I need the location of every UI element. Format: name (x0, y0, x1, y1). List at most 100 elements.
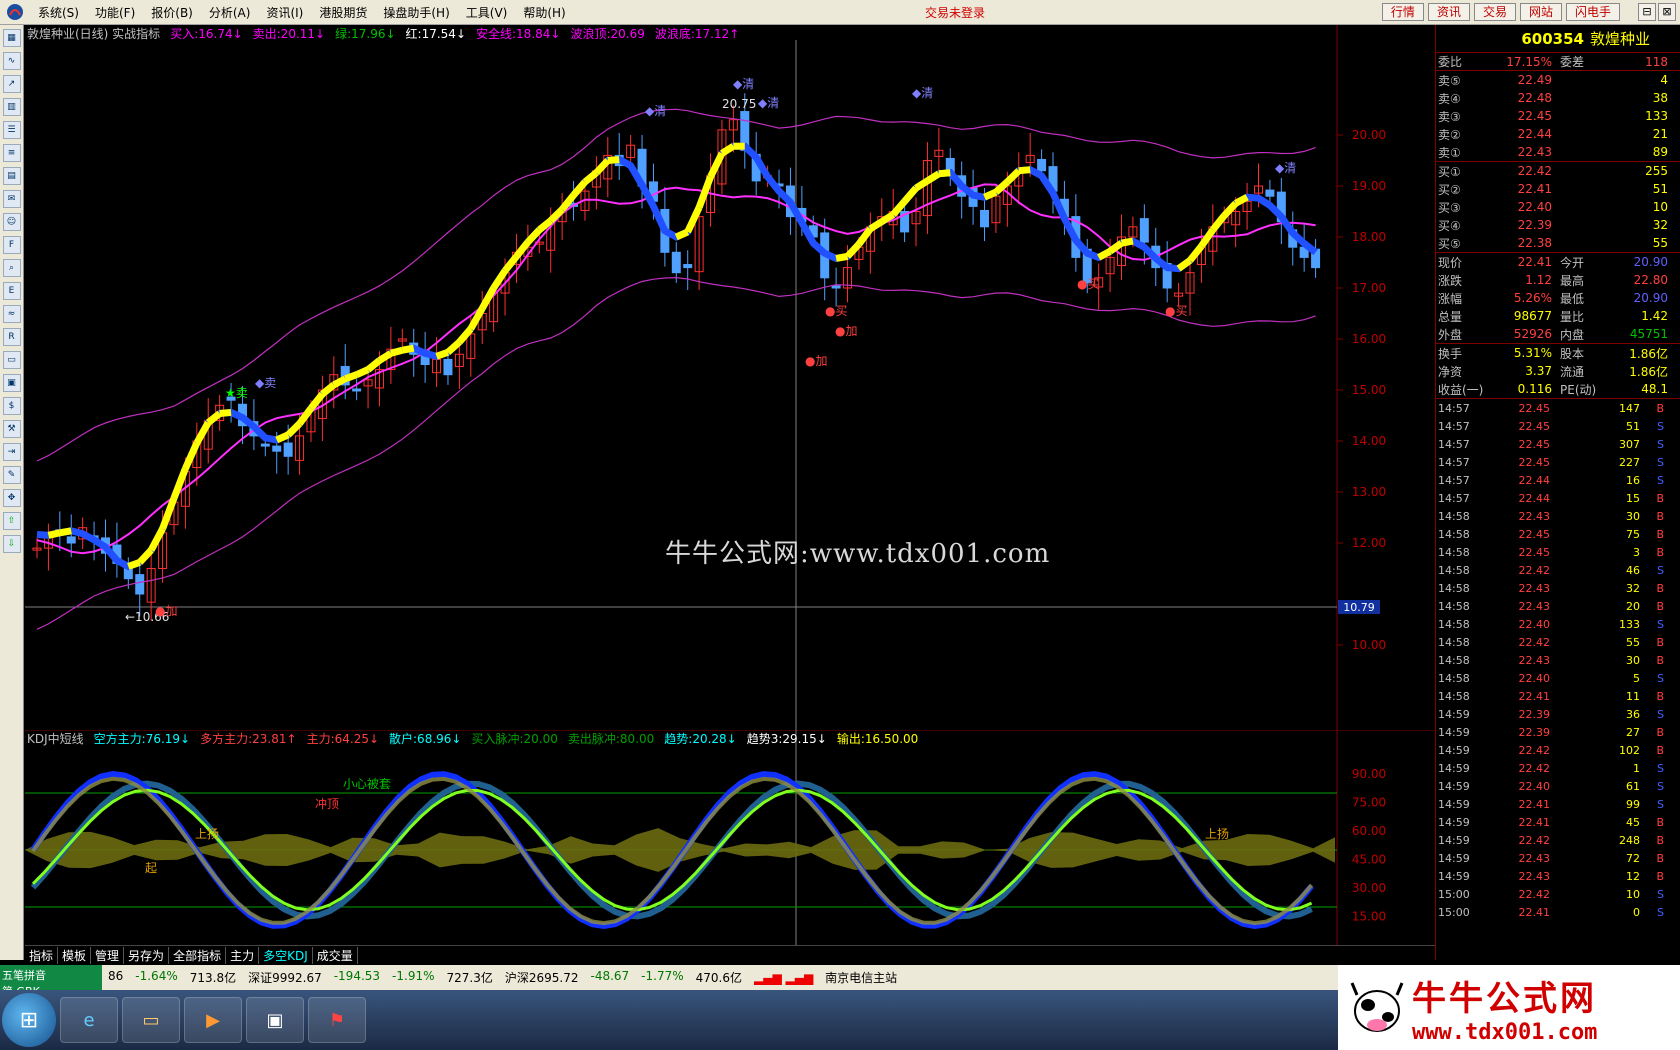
bid-row-value2: 51 (1652, 182, 1668, 196)
index-value: 深证9992.67 (248, 971, 322, 985)
export-icon[interactable]: ⇥ (2, 443, 21, 461)
line-chart-icon[interactable]: ↗ (2, 75, 21, 93)
menu-help[interactable]: 帮助(H) (515, 4, 573, 21)
menu-quote[interactable]: 报价(B) (143, 4, 201, 21)
trend-yellow-segment (193, 420, 212, 445)
tab-indicator[interactable]: 指标 (25, 947, 59, 964)
tab-save-as[interactable]: 另存为 (124, 947, 170, 964)
tab-main-force[interactable]: 主力 (226, 947, 260, 964)
ask-row-label: 卖⑤ (1438, 73, 1461, 88)
stat-row: 涨跌 1.12 最高 22.80 (1436, 271, 1680, 289)
tick-list[interactable]: 14:57 22.45 147 B 14:57 22.45 51 S 14:57 22.45 307… (1436, 399, 1680, 921)
close-button[interactable]: ⊠ (1658, 3, 1676, 21)
trend-yellow-segment (938, 169, 951, 178)
kdj-header-item: 趋势:20.28↓ (664, 732, 737, 746)
tick-time: 14:59 (1438, 779, 1470, 793)
kdj-header-item: 空方主力:76.19↓ (93, 732, 191, 746)
grid-icon[interactable]: ▦ (2, 29, 21, 47)
indicator-tabs: 指标 模板 管理 另存为 全部指标 主力 多空KDJ 成交量 (25, 945, 1435, 965)
kdj-header-item: 散户:68.96↓ (389, 732, 462, 746)
kdj-header-item: 多方主力:23.81↑ (200, 732, 297, 746)
menu-analysis[interactable]: 分析(A) (201, 4, 259, 21)
menu-tools[interactable]: 工具(V) (458, 4, 516, 21)
arrow-up-icon[interactable]: ⇧ (2, 512, 21, 530)
wrench-icon[interactable]: ⚒ (2, 420, 21, 438)
stock-app-icon[interactable]: ⚑ (308, 997, 366, 1043)
move-icon[interactable]: ✥ (2, 489, 21, 507)
tab-template[interactable]: 模板 (58, 947, 92, 964)
menu-trading-assistant[interactable]: 操盘助手(H) (375, 4, 457, 21)
mail-icon[interactable]: ✉ (2, 190, 21, 208)
stat-row-value2: 1.42 (1641, 309, 1668, 323)
minute-chart-icon[interactable]: ∿ (2, 52, 21, 70)
etf-icon[interactable]: E (2, 282, 21, 300)
wave-icon[interactable]: ≈ (2, 305, 21, 323)
table-icon[interactable]: ☰ (2, 121, 21, 139)
users-icon[interactable]: ☺ (2, 213, 21, 231)
f10-icon[interactable]: F (2, 236, 21, 254)
ask-row: 卖④ 22.48 38 (1436, 89, 1680, 107)
windows-orb-icon[interactable]: ⊞ (2, 993, 56, 1047)
arrow-down-icon[interactable]: ⇩ (2, 535, 21, 553)
kdj-chart-svg[interactable]: 90.00 75.00 60.00 45.00 30.00 15.00 小心被套冲顶上扬 上扬… (25, 729, 1435, 970)
signal-label: ◆清 (733, 77, 754, 91)
price-chart[interactable]: 20.00 19.00 18.00 17.00 16.00 15.00 14.00 13.00… (25, 25, 1435, 730)
kdj-chart[interactable]: 90.00 75.00 60.00 45.00 30.00 15.00 小心被套 冲顶 上扬 上扬… (25, 729, 1435, 970)
y-axis-label: 18.00 (1352, 230, 1386, 244)
stats-list: 现价 22.41 今开 20.90 涨跌 1.12 最高 22.80 涨幅 5.26% 最低 20.9… (1436, 253, 1680, 344)
tick-volume: 1 (1633, 761, 1640, 775)
trend-yellow-segment (1176, 257, 1193, 272)
tab-all-indicators[interactable]: 全部指标 (169, 947, 227, 964)
banner-url[interactable]: www.tdx001.com (1412, 1020, 1597, 1045)
ime-indicator[interactable]: 五笔拼音 简 GBK (0, 965, 102, 998)
price-marker-label: 10.79 (1343, 601, 1375, 614)
website-button[interactable]: 网站 (1519, 3, 1562, 21)
menu-hk-futures[interactable]: 港股期货 (311, 4, 375, 21)
tab-volume[interactable]: 成交量 (313, 947, 358, 964)
tick-time: 14:57 (1438, 455, 1470, 469)
ask-row-value2: 38 (1652, 91, 1668, 105)
screen-icon[interactable]: ▭ (2, 351, 21, 369)
list-icon[interactable]: ≡ (2, 144, 21, 162)
watermark-text: 牛牛公式网:www.tdx001.com (665, 539, 1051, 569)
report-icon[interactable]: ▤ (2, 167, 21, 185)
menu-function[interactable]: 功能(F) (87, 4, 143, 21)
window-icon[interactable]: ▣ (2, 374, 21, 392)
ask-row: 卖⑤ 22.49 4 (1436, 71, 1680, 89)
candle-icon[interactable]: ▥ (2, 98, 21, 116)
banner-title: 牛牛公式网 (1412, 978, 1597, 1019)
tick-volume: 11 (1626, 689, 1640, 703)
fund-row-value2: 1.86亿 (1629, 346, 1668, 361)
rsi-icon[interactable]: R (2, 328, 21, 346)
candle-body (980, 209, 990, 228)
tick-volume: 102 (1619, 743, 1640, 757)
internet-explorer-icon[interactable]: e (60, 997, 118, 1043)
app-logo-icon[interactable] (4, 1, 26, 23)
search-icon[interactable]: ⌕ (2, 259, 21, 277)
kdj-header-item: 输出:16.50.00 (836, 732, 919, 746)
chart-area[interactable]: 20.00 19.00 18.00 17.00 16.00 15.00 14.00 13.00… (25, 25, 1435, 975)
pencil-icon[interactable]: ✎ (2, 466, 21, 484)
tick-side: S (1657, 779, 1664, 793)
trade-button[interactable]: 交易 (1473, 3, 1516, 21)
flash-trade-button[interactable]: 闪电手 (1565, 3, 1620, 21)
menu-system[interactable]: 系统(S) (30, 4, 87, 21)
menu-info[interactable]: 资讯(I) (258, 4, 311, 21)
trend-yellow-segment (320, 382, 337, 397)
candle-body (443, 358, 453, 376)
price-chart-svg[interactable]: 20.00 19.00 18.00 17.00 16.00 15.00 14.00 13.00… (25, 25, 1435, 730)
news-button[interactable]: 资讯 (1427, 3, 1470, 21)
server-name[interactable]: 南京电信主站 (819, 969, 903, 986)
minimize-button[interactable]: ⊟ (1638, 3, 1656, 21)
media-player-icon[interactable]: ▶ (184, 997, 242, 1043)
money-icon[interactable]: $ (2, 397, 21, 415)
signal-label: ◆清 (758, 96, 779, 110)
folder-icon[interactable]: ▭ (122, 997, 180, 1043)
window-icon[interactable]: ▣ (246, 997, 304, 1043)
trend-yellow-segment (159, 496, 178, 530)
quotes-button[interactable]: 行情 (1381, 3, 1424, 21)
tick-side: B (1656, 815, 1664, 829)
tab-long-short-kdj[interactable]: 多空KDJ (259, 947, 313, 964)
tab-manage[interactable]: 管理 (91, 947, 125, 964)
tick-volume: 51 (1626, 419, 1640, 433)
